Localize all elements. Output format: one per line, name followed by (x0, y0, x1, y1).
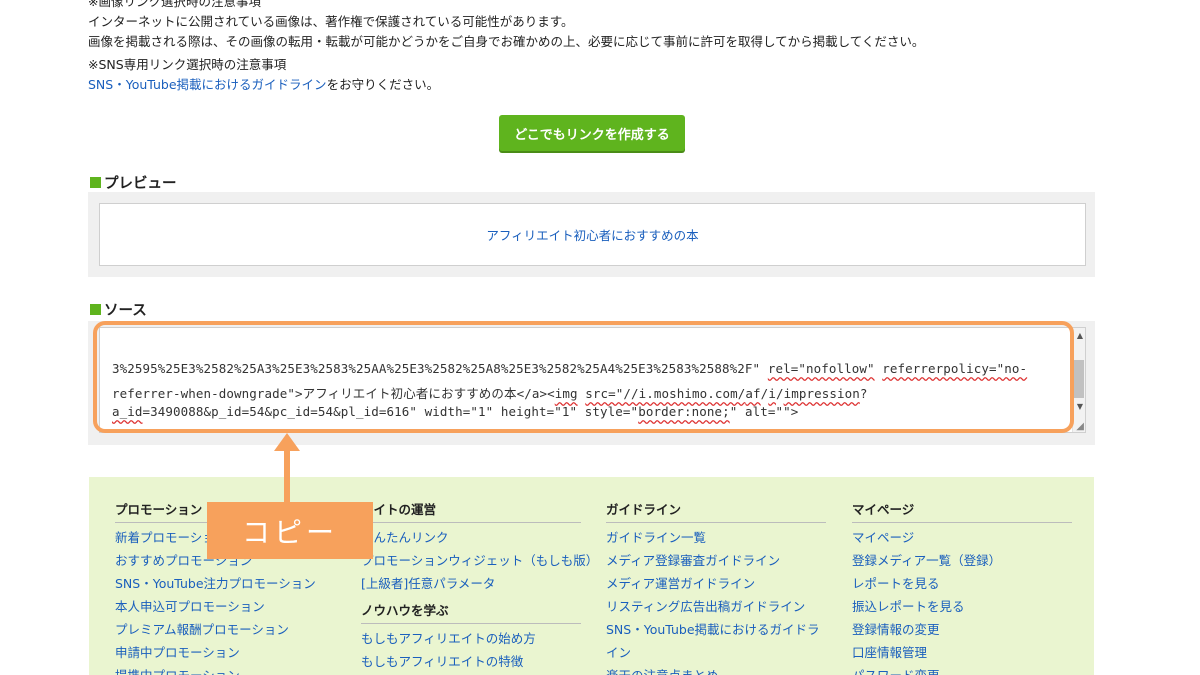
code-line-3: a_id=3490088&p_id=54&pc_id=54&pl_id=616"… (112, 404, 799, 419)
footer-link[interactable]: SNS・YouTube掲載におけるガイドラ (606, 618, 826, 641)
footer-link[interactable]: かんたんリンク (361, 526, 581, 549)
footer-link[interactable]: パスワード変更 (852, 664, 1072, 675)
sns-notice-suffix: をお守りください。 (326, 77, 440, 92)
footer-link[interactable]: 振込レポートを見る (852, 595, 1072, 618)
footer-link[interactable]: イン (606, 641, 826, 664)
footer-link[interactable]: 提携中プロモーション (115, 664, 335, 675)
footer-heading-mypage: マイページ (852, 499, 1072, 523)
sns-notice-line: SNS・YouTube掲載におけるガイドラインをお守りください。 (88, 75, 439, 95)
green-square-icon (90, 177, 101, 188)
footer-heading-site: サイトの運営 (361, 499, 581, 523)
footer-link[interactable]: マイページ (852, 526, 1072, 549)
vertical-scrollbar[interactable]: ▲ ▼ (1072, 328, 1085, 432)
footer-link[interactable]: 申請中プロモーション (115, 641, 335, 664)
code-line-2: referrer-when-downgrade">アフィリエイト初心者におすすめ… (112, 386, 868, 401)
footer-heading-guideline: ガイドライン (606, 499, 826, 523)
footer-link[interactable]: もしもアフィリエイトの特徴 (361, 650, 581, 673)
source-heading-text: ソース (104, 303, 147, 319)
footer-link[interactable]: [上級者]任意パラメータ (361, 572, 581, 595)
green-square-icon (90, 304, 101, 315)
copy-annotation-label: コピー (207, 502, 373, 559)
footer-link[interactable]: SNS・YouTube注力プロモーション (115, 572, 335, 595)
preview-link[interactable]: アフィリエイト初心者におすすめの本 (486, 225, 698, 244)
footer-link[interactable]: 楽天の注意点まとめ (606, 664, 826, 675)
resize-handle-icon[interactable]: ◢ (1076, 421, 1084, 432)
footer-link[interactable]: もしもアフィリエイトの始め方 (361, 627, 581, 650)
scroll-down-icon[interactable]: ▼ (1077, 402, 1083, 411)
footer-link[interactable]: 登録情報の変更 (852, 618, 1072, 641)
sns-guideline-link[interactable]: SNS・YouTube掲載におけるガイドライン (88, 77, 327, 92)
preview-heading: プレビュー (90, 172, 177, 193)
source-heading: ソース (90, 299, 147, 320)
footer-link[interactable]: リスティング広告出稿ガイドライン (606, 595, 826, 618)
scroll-up-icon[interactable]: ▲ (1077, 331, 1083, 340)
image-notice-line-1: インターネットに公開されている画像は、著作権で保護されている可能性があります。 (88, 14, 574, 29)
footer-link[interactable]: ガイドライン一覧 (606, 526, 826, 549)
source-code-textarea[interactable]: ────────────────────────────── 3%2595%25… (99, 327, 1086, 433)
footer-link[interactable]: メディア運営ガイドライン (606, 572, 826, 595)
sns-notice-title: ※SNS専用リンク選択時の注意事項 (88, 57, 287, 72)
code-line-1: 3%2595%25E3%2582%25A3%25E3%2583%25AA%25E… (112, 361, 1028, 376)
up-arrow-shaft (284, 448, 290, 503)
footer-link[interactable]: 口座情報管理 (852, 641, 1072, 664)
footer-heading-knowhow: ノウハウを学ぶ (361, 600, 581, 624)
preview-heading-text: プレビュー (104, 176, 177, 192)
footer-link[interactable]: プレミアム報酬プロモーション (115, 618, 335, 641)
scroll-thumb[interactable] (1073, 360, 1084, 398)
footer-link[interactable]: レポートを見る (852, 572, 1072, 595)
create-link-button[interactable]: どこでもリンクを作成する (499, 115, 685, 151)
footer-col-site: サイトの運営 かんたんリンク プロモーションウィジェット（もしも版） [上級者]… (361, 499, 598, 673)
image-notice-line-2: 画像を掲載される際は、その画像の転用・転載が可能かどうかをご自身でお確かめの上、… (88, 34, 925, 49)
footer-link[interactable]: メディア登録審査ガイドライン (606, 549, 826, 572)
preview-box: アフィリエイト初心者におすすめの本 (99, 203, 1086, 266)
footer-col-mypage: マイページ マイページ 登録メディア一覧（登録） レポートを見る 振込レポートを… (852, 499, 1072, 675)
image-notice-title: ※画像リンク選択時の注意事項 (88, 0, 261, 9)
footer-link[interactable]: 登録メディア一覧（登録） (852, 549, 1072, 572)
code-line-cut: ────────────────────────────── (112, 328, 341, 332)
footer-link[interactable]: 本人申込可プロモーション (115, 595, 335, 618)
footer-col-guideline: ガイドライン ガイドライン一覧 メディア登録審査ガイドライン メディア運営ガイド… (606, 499, 826, 675)
footer-link[interactable]: プロモーションウィジェット（もしも版） (361, 549, 598, 572)
